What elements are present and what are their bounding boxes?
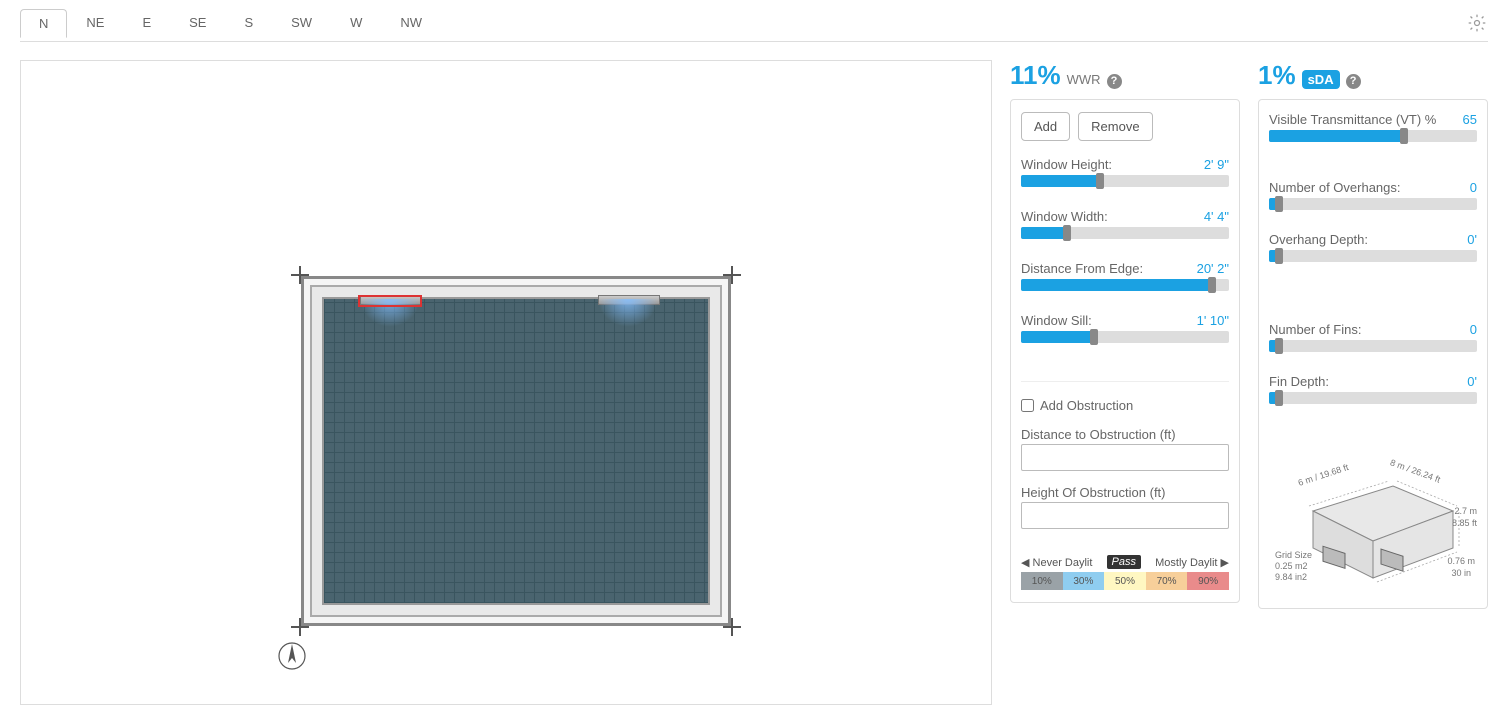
- slider[interactable]: Number of Fins:0: [1269, 322, 1477, 352]
- add-button[interactable]: Add: [1021, 112, 1070, 141]
- add-obstruction-checkbox[interactable]: [1021, 399, 1034, 412]
- plan-viewport[interactable]: [20, 60, 992, 705]
- compass-icon: [277, 641, 307, 671]
- slider[interactable]: Number of Overhangs:0: [1269, 180, 1477, 210]
- gear-icon[interactable]: [1466, 12, 1488, 34]
- room-diagram: 6 m / 19.68 ft 8 m / 26.24 ft 2.7 m 8.85…: [1269, 456, 1477, 596]
- daylighting-legend: ◀ Never Daylit Pass Mostly Daylit ▶ 10%3…: [1021, 555, 1229, 590]
- remove-button[interactable]: Remove: [1078, 112, 1152, 141]
- wwr-panel: 11% WWR ? Add Remove Window Height:2' 9"…: [1010, 60, 1240, 705]
- slider[interactable]: Fin Depth:0': [1269, 374, 1477, 404]
- slider[interactable]: Window Width:4' 4": [1021, 209, 1229, 239]
- tab-sw[interactable]: SW: [272, 8, 331, 37]
- tab-ne[interactable]: NE: [67, 8, 123, 37]
- tab-w[interactable]: W: [331, 8, 381, 37]
- help-icon[interactable]: ?: [1107, 74, 1122, 89]
- sda-panel: 1% sDA ? Visible Transmittance (VT) % 65…: [1258, 60, 1488, 705]
- tab-se[interactable]: SE: [170, 8, 225, 37]
- tab-s[interactable]: S: [225, 8, 272, 37]
- dist-obstruction-input[interactable]: [1021, 444, 1229, 471]
- help-icon[interactable]: ?: [1346, 74, 1361, 89]
- direction-tabs: NNEESESSWWNW: [20, 8, 441, 37]
- sda-badge: sDA: [1302, 70, 1340, 89]
- wwr-percentage: 11%: [1010, 60, 1061, 91]
- height-obstruction-input[interactable]: [1021, 502, 1229, 529]
- slider[interactable]: Window Sill:1' 10": [1021, 313, 1229, 343]
- sda-percentage: 1%: [1258, 60, 1296, 91]
- vt-slider[interactable]: Visible Transmittance (VT) % 65: [1269, 112, 1477, 142]
- slider[interactable]: Distance From Edge:20' 2": [1021, 261, 1229, 291]
- dist-obstruction-label: Distance to Obstruction (ft): [1021, 427, 1229, 442]
- slider[interactable]: Overhang Depth:0': [1269, 232, 1477, 262]
- wwr-label: WWR: [1067, 72, 1101, 87]
- add-obstruction-label: Add Obstruction: [1040, 398, 1133, 413]
- tab-nw[interactable]: NW: [381, 8, 441, 37]
- tab-n[interactable]: N: [20, 9, 67, 38]
- height-obstruction-label: Height Of Obstruction (ft): [1021, 485, 1229, 500]
- slider[interactable]: Window Height:2' 9": [1021, 157, 1229, 187]
- tab-e[interactable]: E: [123, 8, 170, 37]
